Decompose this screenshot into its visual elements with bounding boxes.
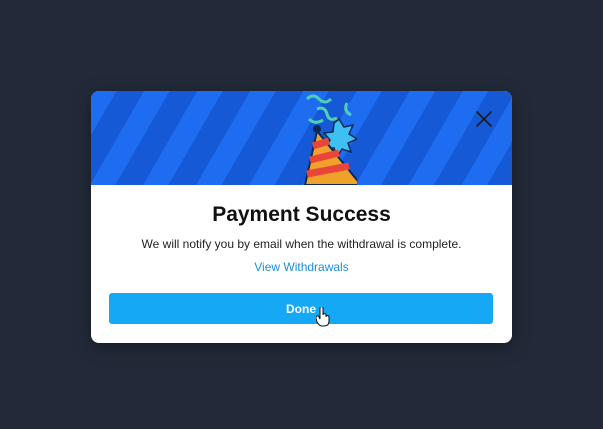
close-icon[interactable] [474,109,494,129]
payment-success-dialog: Payment Success We will notify you by em… [91,91,512,343]
done-button-label: Done [286,301,316,316]
dialog-title: Payment Success [212,203,391,226]
hand-cursor-icon [316,307,330,327]
done-button[interactable]: Done [109,293,493,324]
dialog-message: We will notify you by email when the wit… [141,237,462,251]
celebration-banner [91,91,512,185]
view-withdrawals-link[interactable]: View Withdrawals [91,260,512,274]
party-hat-icon [303,94,357,185]
